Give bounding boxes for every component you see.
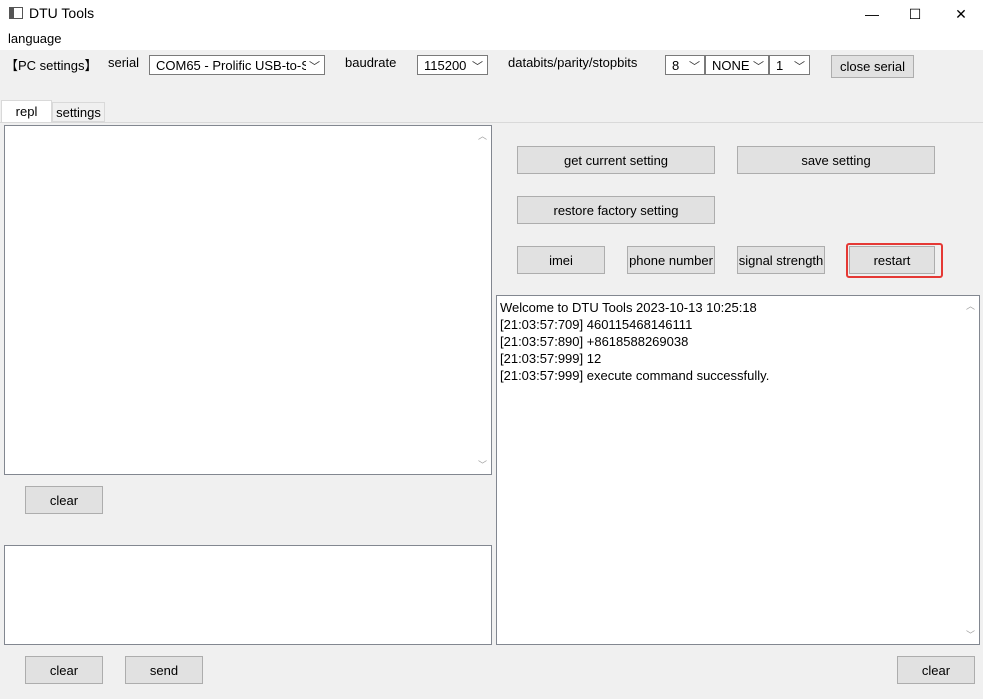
log-line: [21:03:57:999] 12: [500, 351, 602, 366]
baudrate-label: baudrate: [345, 55, 397, 70]
databits-value: 8: [672, 57, 680, 73]
tab-divider: [0, 122, 983, 123]
repl-output-area[interactable]: ︿ ﹀: [4, 125, 492, 475]
imei-button[interactable]: imei: [517, 246, 605, 274]
baudrate-select[interactable]: 115200 ﹀: [417, 55, 488, 75]
restart-button[interactable]: restart: [849, 246, 935, 274]
close-serial-button[interactable]: close serial: [831, 55, 914, 78]
signal-strength-button[interactable]: signal strength: [737, 246, 825, 274]
log-line: [21:03:57:709] 460115468146111: [500, 317, 693, 332]
minimize-button[interactable]: —: [849, 0, 895, 28]
chevron-up-icon[interactable]: ︿: [962, 299, 979, 312]
minimize-icon: —: [865, 6, 879, 22]
chevron-down-icon: ﹀: [472, 61, 483, 73]
pc-settings-label: 【PC settings】: [5, 58, 98, 73]
window-title: DTU Tools: [29, 5, 95, 21]
serial-label: serial: [108, 55, 140, 70]
log-scrollbar[interactable]: ︿ ﹀: [962, 296, 979, 644]
chevron-up-icon[interactable]: ︿: [474, 129, 491, 142]
clear-input-button[interactable]: clear: [25, 656, 103, 684]
menu-language[interactable]: language: [8, 31, 62, 46]
stopbits-value: 1: [776, 57, 784, 73]
menu-bar: [0, 28, 983, 50]
get-current-setting-button[interactable]: get current setting: [517, 146, 715, 174]
chevron-down-icon[interactable]: ﹀: [474, 458, 491, 471]
serial-port-select[interactable]: COM65 - Prolific USB-to-S ﹀: [149, 55, 325, 75]
log-line: [21:03:57:890] +8618588269038: [500, 334, 689, 349]
databits-select[interactable]: 8 ﹀: [665, 55, 705, 75]
repl-output-scrollbar[interactable]: ︿ ﹀: [474, 126, 491, 474]
serial-port-value: COM65 - Prolific USB-to-S: [156, 57, 306, 73]
close-icon: ✕: [955, 5, 967, 22]
maximize-button[interactable]: ☐: [892, 0, 938, 28]
restore-factory-setting-button[interactable]: restore factory setting: [517, 196, 715, 224]
log-lines: Welcome to DTU Tools 2023-10-13 10:25:18…: [500, 299, 979, 384]
clear-output-button[interactable]: clear: [25, 486, 103, 514]
title-bar: [0, 0, 983, 28]
log-output-area[interactable]: Welcome to DTU Tools 2023-10-13 10:25:18…: [496, 295, 980, 645]
chevron-down-icon: ﹀: [794, 61, 805, 73]
clear-log-button[interactable]: clear: [897, 656, 975, 684]
chevron-down-icon: ﹀: [309, 61, 320, 73]
save-setting-button[interactable]: save setting: [737, 146, 935, 174]
log-line: [21:03:57:999] execute command successfu…: [500, 368, 770, 383]
tab-repl[interactable]: repl: [1, 100, 52, 122]
chevron-down-icon: ﹀: [689, 61, 700, 73]
stopbits-select[interactable]: 1 ﹀: [769, 55, 810, 75]
tab-settings[interactable]: settings: [52, 102, 105, 122]
baudrate-value: 115200: [424, 57, 467, 73]
log-line: Welcome to DTU Tools 2023-10-13 10:25:18: [500, 300, 757, 315]
chevron-down-icon[interactable]: ﹀: [962, 628, 979, 641]
parity-select[interactable]: NONE ﹀: [705, 55, 769, 75]
close-window-button[interactable]: ✕: [938, 0, 983, 28]
maximize-icon: ☐: [908, 5, 922, 22]
app-icon: [9, 7, 23, 19]
phone-number-button[interactable]: phone number: [627, 246, 715, 274]
send-button[interactable]: send: [125, 656, 203, 684]
format-label: databits/parity/stopbits: [508, 55, 638, 70]
chevron-down-icon: ﹀: [753, 61, 764, 73]
parity-value: NONE: [712, 57, 750, 73]
repl-input-area[interactable]: [4, 545, 492, 645]
